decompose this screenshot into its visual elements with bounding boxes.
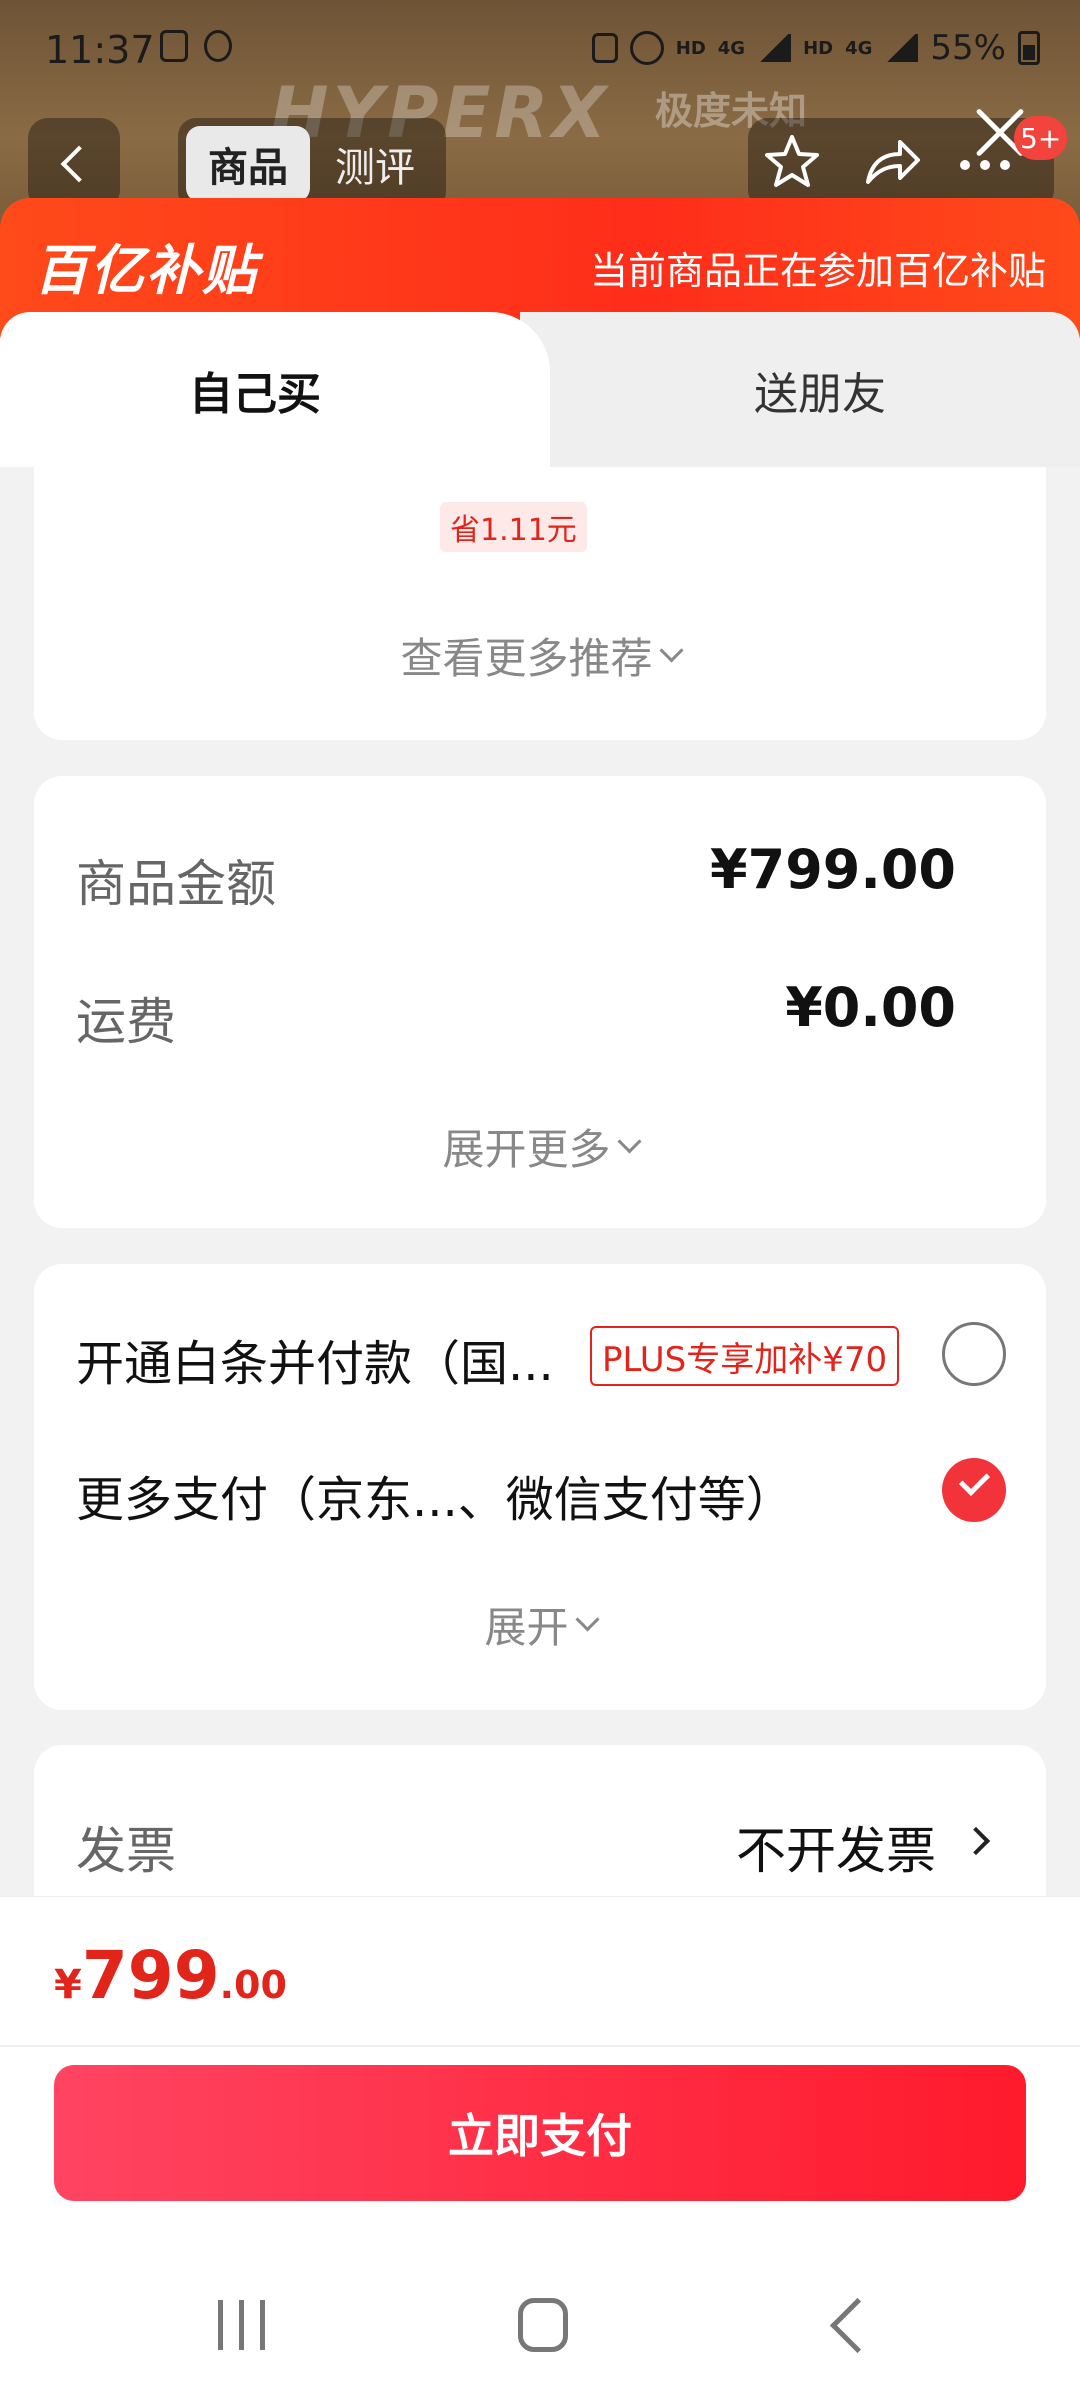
battery-percent: 55% (930, 28, 1006, 68)
chevron-right-icon (961, 1826, 991, 1856)
total-price: ¥ 799 .00 (54, 1937, 287, 2014)
goods-amount-label: 商品金额 (76, 855, 276, 913)
star-icon[interactable] (762, 132, 822, 192)
more-icon[interactable] (960, 160, 1010, 170)
shipping-value: ¥0.00 (785, 976, 956, 1039)
tab-review[interactable]: 测评 (310, 135, 440, 193)
alarm-icon (629, 31, 664, 65)
4g-label-2: 4G (845, 37, 873, 59)
expand-payment-label: 展开 (484, 1603, 569, 1652)
more-recommend-button[interactable]: 查看更多推荐 (34, 625, 1046, 686)
status-notification-icons (160, 30, 232, 62)
system-nav-bar (0, 2270, 1080, 2400)
subsidy-logo: 百亿补贴 (34, 239, 258, 302)
total-currency: ¥ (54, 1962, 82, 2008)
expand-more-button[interactable]: 展开更多 (34, 1116, 1046, 1177)
hd-label-2: HD (803, 37, 834, 59)
payment-option-baitiao[interactable]: 开通白条并付款（国... (76, 1324, 554, 1394)
tab-gift-to-friend[interactable]: 送朋友 (560, 312, 1080, 467)
home-icon[interactable] (518, 2298, 568, 2352)
back-button[interactable] (28, 118, 120, 210)
status-indicators: HD 4G HD 4G 55% (591, 28, 1040, 68)
signal-icon-2 (884, 34, 919, 62)
battery-icon (1018, 31, 1040, 65)
pay-now-button[interactable]: 立即支付 (54, 2065, 1026, 2201)
share-icon[interactable] (862, 134, 922, 190)
goods-amount-value: ¥799.00 (710, 838, 956, 901)
radio-more-payment-checked[interactable] (942, 1458, 1006, 1522)
divider (0, 2045, 1080, 2047)
recycle-icon (591, 33, 618, 63)
status-time: 11:37 (45, 28, 155, 72)
system-back-icon[interactable] (829, 2297, 886, 2354)
invoice-label: 发票 (76, 1822, 176, 1880)
signal-icon (757, 34, 792, 62)
more-recommend-label: 查看更多推荐 (400, 634, 653, 683)
message-badge: 5+ (1014, 116, 1068, 160)
expand-payment-button[interactable]: 展开 (34, 1594, 1046, 1655)
payment-option-more[interactable]: 更多支付（京东...、微信支付等） (76, 1460, 794, 1530)
recommend-card: 省1.11元 查看更多推荐 (34, 420, 1046, 740)
total-price-decimal: .00 (219, 1963, 287, 2007)
save-tag: 省1.11元 (440, 502, 587, 552)
product-tabs: 商品 测评 (178, 118, 446, 210)
subsidy-message: 当前商品正在参加百亿补贴 (589, 249, 1046, 293)
chevron-down-icon (574, 1607, 600, 1632)
chevron-down-icon (616, 1129, 642, 1154)
back-icon (60, 145, 98, 183)
radio-baitiao[interactable] (942, 1322, 1006, 1386)
clock-app-icon (160, 30, 188, 62)
shipping-label: 运费 (76, 993, 176, 1051)
purchase-mode-tabs: 自己买 送朋友 (0, 312, 1080, 467)
qq-icon (204, 30, 232, 62)
amount-card: 商品金额 ¥799.00 运费 ¥0.00 展开更多 (34, 776, 1046, 1228)
total-price-integer: 799 (81, 1937, 220, 2014)
plus-promo-tag: PLUS专享加补¥70 (590, 1326, 900, 1386)
recents-icon[interactable] (218, 2300, 265, 2350)
chevron-down-icon (658, 638, 684, 663)
tab-buy-for-self-label: 自己买 (189, 368, 321, 420)
4g-label: 4G (717, 37, 746, 59)
tab-product[interactable]: 商品 (186, 126, 310, 202)
hd-label: HD (675, 37, 706, 59)
invoice-value: 不开发票 (736, 1822, 936, 1880)
expand-more-label: 展开更多 (442, 1125, 611, 1174)
tab-buy-for-self[interactable]: 自己买 (0, 312, 550, 467)
payment-card: 开通白条并付款（国... PLUS专享加补¥70 更多支付（京东...、微信支付… (34, 1264, 1046, 1710)
